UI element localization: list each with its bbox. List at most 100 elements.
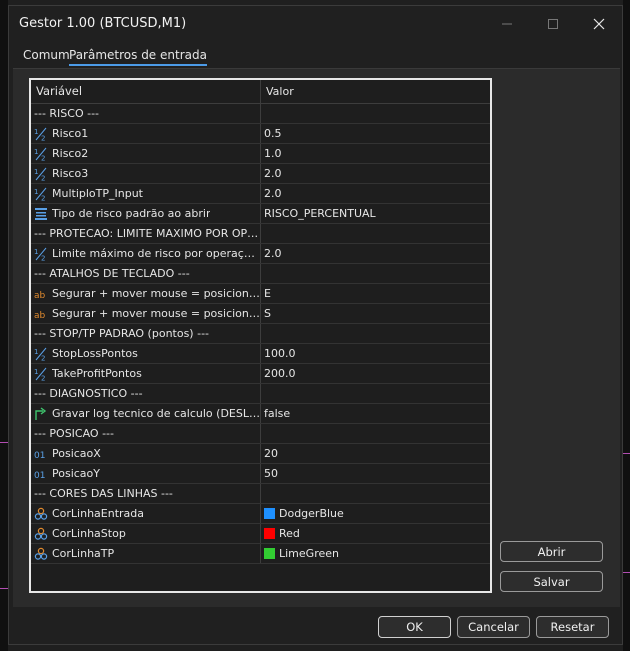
- value-cell[interactable]: [261, 384, 490, 403]
- svg-text:1: 1: [34, 248, 38, 256]
- parameter-row[interactable]: 1 2 Risco2 1.0: [31, 144, 490, 164]
- variable-cell[interactable]: --- POSICAO ---: [31, 424, 261, 443]
- variable-cell[interactable]: CorLinhaStop: [31, 524, 261, 543]
- section-row[interactable]: --- POSICAO ---: [31, 424, 490, 444]
- value-cell[interactable]: 100.0: [261, 344, 490, 363]
- variable-cell[interactable]: --- RISCO ---: [31, 104, 261, 123]
- color-swatch[interactable]: [264, 528, 275, 539]
- variable-cell[interactable]: 1 2 Risco1: [31, 124, 261, 143]
- value-cell[interactable]: E: [261, 284, 490, 303]
- variable-cell[interactable]: CorLinhaEntrada: [31, 504, 261, 523]
- variable-cell[interactable]: ab Segurar + mover mouse = posiciona linh…: [31, 304, 261, 323]
- variable-cell[interactable]: --- CORES DAS LINHAS ---: [31, 484, 261, 503]
- parameter-row[interactable]: 01 PosicaoY 50: [31, 464, 490, 484]
- value-cell[interactable]: 2.0: [261, 164, 490, 183]
- variable-cell[interactable]: 01 PosicaoY: [31, 464, 261, 483]
- variable-cell[interactable]: Gravar log tecnico de calculo (DESLIGADO…: [31, 404, 261, 423]
- variable-cell[interactable]: CorLinhaTP: [31, 544, 261, 563]
- value-cell[interactable]: RISCO_PERCENTUAL: [261, 204, 490, 223]
- variable-cell[interactable]: 12 Limite máximo de risco por operação (%…: [31, 244, 261, 263]
- section-row[interactable]: --- STOP/TP PADRAO (pontos) ---: [31, 324, 490, 344]
- value-cell[interactable]: [261, 424, 490, 443]
- value-cell[interactable]: false: [261, 404, 490, 423]
- section-row[interactable]: --- ATALHOS DE TECLADO ---: [31, 264, 490, 284]
- close-button[interactable]: [576, 6, 622, 42]
- color-swatch[interactable]: [264, 508, 275, 519]
- value-cell[interactable]: 2.0: [261, 184, 490, 203]
- value-cell[interactable]: [261, 104, 490, 123]
- variable-cell[interactable]: 1 2 Risco2: [31, 144, 261, 163]
- reset-button[interactable]: Resetar: [536, 616, 609, 638]
- value-cell[interactable]: [261, 224, 490, 243]
- variable-cell[interactable]: 1 2 MultiploTP_Input: [31, 184, 261, 203]
- parameter-row[interactable]: Tipo de risco padrão ao abrir RISCO_PERCE…: [31, 204, 490, 224]
- value-cell[interactable]: DodgerBlue: [261, 504, 490, 523]
- value-cell[interactable]: 50: [261, 464, 490, 483]
- svg-text:2: 2: [41, 154, 45, 161]
- section-label: --- DIAGNOSTICO ---: [34, 387, 143, 400]
- ok-button[interactable]: OK: [378, 616, 451, 638]
- parameter-row[interactable]: Gravar log tecnico de calculo (DESLIGADO…: [31, 404, 490, 424]
- value-cell[interactable]: 0.5: [261, 124, 490, 143]
- parameter-row[interactable]: 1 2 TakeProfitPontos 200.0: [31, 364, 490, 384]
- tab-parametros-de-entrada[interactable]: Parâmetros de entrada: [69, 48, 207, 66]
- parameter-row[interactable]: ab Segurar + mover mouse = posiciona linh…: [31, 284, 490, 304]
- svg-text:01: 01: [34, 451, 45, 461]
- title-bar[interactable]: Gestor 1.00 (BTCUSD,M1): [9, 6, 622, 42]
- value-cell[interactable]: 200.0: [261, 364, 490, 383]
- variable-cell[interactable]: 1 2 TakeProfitPontos: [31, 364, 261, 383]
- parameter-row[interactable]: 1 2 MultiploTP_Input 2.0: [31, 184, 490, 204]
- parameter-row[interactable]: 1 2 StopLossPontos 100.0: [31, 344, 490, 364]
- value-cell[interactable]: 20: [261, 444, 490, 463]
- variable-cell[interactable]: 1 2 Risco3: [31, 164, 261, 183]
- variable-cell[interactable]: --- STOP/TP PADRAO (pontos) ---: [31, 324, 261, 343]
- section-row[interactable]: --- CORES DAS LINHAS ---: [31, 484, 490, 504]
- tab-comum[interactable]: Comum: [23, 48, 70, 62]
- parameter-row[interactable]: 12 Limite máximo de risco por operação (%…: [31, 244, 490, 264]
- half-icon: 12: [34, 347, 48, 361]
- text-ab-icon: ab: [34, 287, 48, 301]
- maximize-button[interactable]: [530, 6, 576, 42]
- value-cell[interactable]: 2.0: [261, 244, 490, 263]
- color-icon: [34, 527, 48, 541]
- variable-cell[interactable]: --- PROTECAO: LIMITE MAXIMO POR OPERACAO…: [31, 224, 261, 243]
- value-cell[interactable]: S: [261, 304, 490, 323]
- parameter-value: LimeGreen: [279, 547, 339, 560]
- value-cell[interactable]: LimeGreen: [261, 544, 490, 563]
- parameter-value: Red: [279, 527, 300, 540]
- parameter-row[interactable]: CorLinhaTP LimeGreen: [31, 544, 490, 564]
- value-cell[interactable]: [261, 484, 490, 503]
- variable-cell[interactable]: Tipo de risco padrão ao abrir: [31, 204, 261, 223]
- parameter-name: MultiploTP_Input: [52, 187, 143, 200]
- color-swatch[interactable]: [264, 548, 275, 559]
- parameter-row[interactable]: 1 2 Risco3 2.0: [31, 164, 490, 184]
- svg-text:2: 2: [41, 134, 45, 141]
- minimize-button[interactable]: [484, 6, 530, 42]
- save-button[interactable]: Salvar: [500, 571, 603, 592]
- variable-cell[interactable]: --- DIAGNOSTICO ---: [31, 384, 261, 403]
- svg-text:1: 1: [34, 348, 38, 356]
- parameter-row[interactable]: CorLinhaEntrada DodgerBlue: [31, 504, 490, 524]
- column-header-value[interactable]: Valor: [261, 80, 490, 103]
- variable-cell[interactable]: ab Segurar + mover mouse = posiciona linh…: [31, 284, 261, 303]
- variable-cell[interactable]: --- ATALHOS DE TECLADO ---: [31, 264, 261, 283]
- value-cell[interactable]: Red: [261, 524, 490, 543]
- variable-cell[interactable]: 1 2 StopLossPontos: [31, 344, 261, 363]
- value-cell[interactable]: 1.0: [261, 144, 490, 163]
- parameter-row[interactable]: 01 PosicaoX 20: [31, 444, 490, 464]
- parameter-row[interactable]: ab Segurar + mover mouse = posiciona linh…: [31, 304, 490, 324]
- open-button[interactable]: Abrir: [500, 541, 603, 562]
- cancel-button[interactable]: Cancelar: [457, 616, 530, 638]
- section-row[interactable]: --- DIAGNOSTICO ---: [31, 384, 490, 404]
- parameter-row[interactable]: CorLinhaStop Red: [31, 524, 490, 544]
- section-label: --- ATALHOS DE TECLADO ---: [34, 267, 190, 280]
- value-cell[interactable]: [261, 264, 490, 283]
- parameter-row[interactable]: 1 2 Risco1 0.5: [31, 124, 490, 144]
- variable-cell[interactable]: 01 PosicaoX: [31, 444, 261, 463]
- column-header-variable[interactable]: Variável: [31, 80, 261, 103]
- section-row[interactable]: --- PROTECAO: LIMITE MAXIMO POR OPERACAO…: [31, 224, 490, 244]
- section-row[interactable]: --- RISCO ---: [31, 104, 490, 124]
- value-cell[interactable]: [261, 324, 490, 343]
- int-01-icon: 01: [34, 447, 48, 461]
- parameter-name: Segurar + mover mouse = posiciona linha …: [52, 307, 260, 320]
